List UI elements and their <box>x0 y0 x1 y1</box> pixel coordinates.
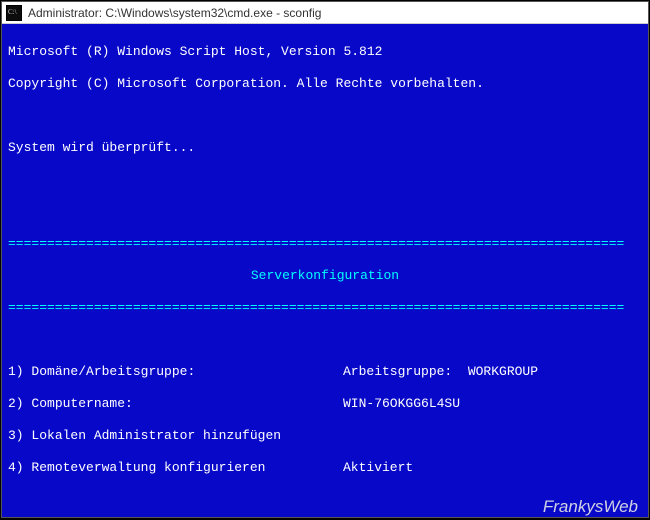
console-area[interactable]: Microsoft (R) Windows Script Host, Versi… <box>2 24 648 517</box>
option-4: 4) Remoteverwaltung konfigurierenAktivie… <box>8 460 642 476</box>
svg-text:C:\: C:\ <box>8 8 17 16</box>
cmd-icon: C:\ <box>6 5 22 21</box>
section-title: Serverkonfiguration <box>8 268 642 284</box>
header-line2: Copyright (C) Microsoft Corporation. All… <box>8 76 642 92</box>
divider-top: ========================================… <box>8 236 642 252</box>
option-2: 2) Computername:WIN-76OKGG6L4SU <box>8 396 642 412</box>
blank <box>8 332 642 348</box>
status-checking: System wird überprüft... <box>8 140 642 156</box>
blank <box>8 108 642 124</box>
option-3: 3) Lokalen Administrator hinzufügen <box>8 428 642 444</box>
titlebar-text: Administrator: C:\Windows\system32\cmd.e… <box>28 6 321 20</box>
option-1: 1) Domäne/Arbeitsgruppe:Arbeitsgruppe: W… <box>8 364 642 380</box>
blank <box>8 204 642 220</box>
cmd-window: C:\ Administrator: C:\Windows\system32\c… <box>1 1 649 518</box>
titlebar[interactable]: C:\ Administrator: C:\Windows\system32\c… <box>2 2 648 24</box>
blank <box>8 172 642 188</box>
watermark: FrankysWeb <box>543 499 638 515</box>
divider-bottom: ========================================… <box>8 300 642 316</box>
header-line1: Microsoft (R) Windows Script Host, Versi… <box>8 44 642 60</box>
